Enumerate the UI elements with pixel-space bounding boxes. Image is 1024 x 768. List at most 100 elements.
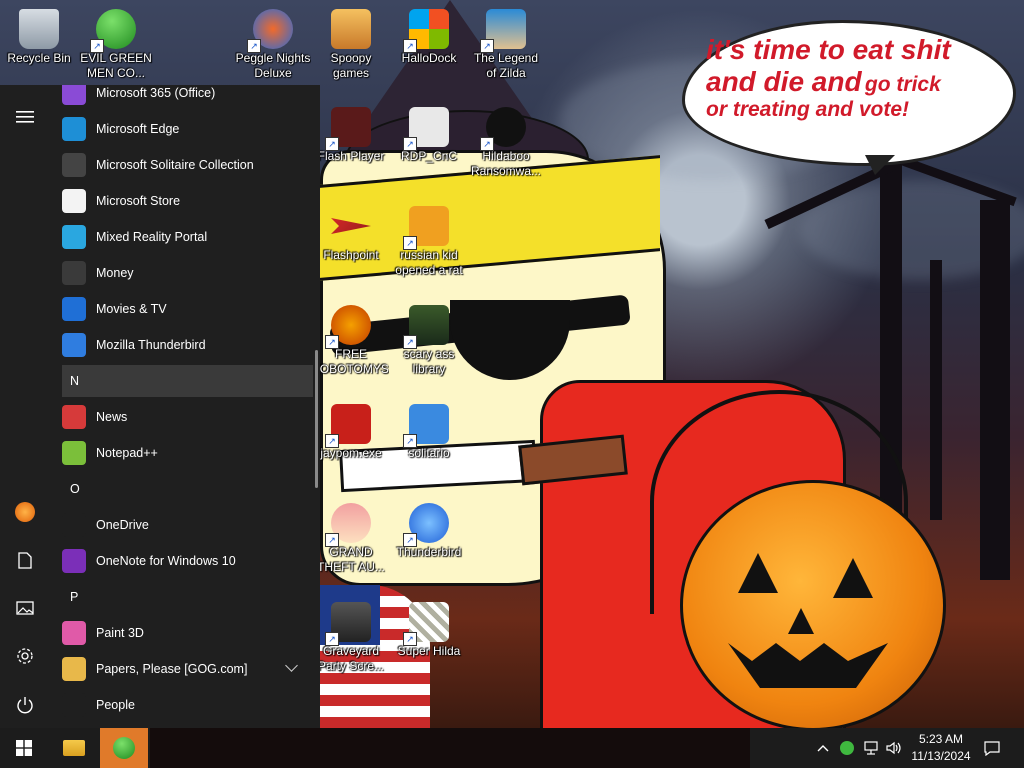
user-avatar-icon[interactable] (0, 492, 50, 532)
onedrive-icon (62, 513, 86, 537)
paint3d-icon (62, 621, 86, 645)
desktop-icon-solitario[interactable]: ↗ solitario (391, 401, 467, 461)
pictures-icon[interactable] (0, 588, 50, 628)
desktop-icon-flashpoint[interactable]: ↗ Flashpoint (313, 203, 389, 263)
desktop-icon-spoopy-games[interactable]: Spoopy games (313, 6, 389, 81)
notification-icon[interactable] (980, 728, 1004, 768)
desktop-icon-legend-of-zilda[interactable]: ↗ The Legend of Zilda (468, 6, 544, 81)
news-icon (62, 405, 86, 429)
windows-logo-icon (16, 740, 32, 756)
desktop-icon-peggle[interactable]: ↗ Peggle Nights Deluxe (235, 6, 311, 81)
start-group-header-o[interactable]: O (62, 473, 313, 505)
start-app-item[interactable]: OneNote for Windows 10 (50, 543, 312, 579)
start-app-label: Microsoft Store (96, 194, 181, 208)
rdp-icon: ↗ (403, 107, 449, 151)
start-app-label: Notepad++ (96, 446, 158, 460)
start-app-item[interactable]: Money (50, 255, 312, 291)
flash-icon: ↗ (325, 107, 371, 151)
start-app-label: Money (96, 266, 134, 280)
start-app-item[interactable]: People (50, 687, 312, 723)
graveyard-icon: ↗ (325, 602, 371, 646)
start-group-header-p[interactable]: P (62, 581, 313, 613)
start-app-item[interactable]: Microsoft Edge (50, 111, 312, 147)
office-icon (62, 85, 86, 105)
desktop-icon-graveyard-party[interactable]: ↗ Graveyard Party Scre... (313, 599, 389, 674)
start-app-label: News (96, 410, 128, 424)
start-app-label: Mozilla Thunderbird (96, 338, 206, 352)
desktop-icon-evil-green-men[interactable]: ↗ EVIL GREEN MEN CO... (78, 6, 154, 81)
taskbar: 5:23 AM 11/13/2024 (0, 728, 1024, 768)
thunderbird-icon: ↗ (403, 503, 449, 547)
yashma-icon: ↗ (480, 107, 526, 151)
start-app-item[interactable]: Mixed Reality Portal (50, 219, 312, 255)
desktop-icon-russian-kid[interactable]: ↗ russian kid opened a rat (391, 203, 467, 278)
start-app-item[interactable]: Microsoft 365 (Office) (50, 85, 312, 111)
money-chart-icon (62, 261, 86, 285)
taskbar-clock[interactable]: 5:23 AM 11/13/2024 (905, 731, 977, 765)
volume-icon[interactable] (883, 728, 905, 768)
people-icon (62, 693, 86, 717)
taskbar-green-men[interactable] (100, 728, 148, 768)
speech-bubble-text: it's time to eat shit and die and go tri… (706, 34, 951, 122)
start-group-header-n[interactable]: N (62, 365, 313, 397)
file-explorer-icon (63, 740, 85, 756)
green-men-tray-icon[interactable] (836, 728, 858, 768)
start-app-item[interactable]: OneDrive (50, 507, 312, 543)
cards-icon (62, 153, 86, 177)
notepad-plus-icon (62, 441, 86, 465)
start-app-label: Microsoft 365 (Office) (96, 86, 216, 100)
thunderbird-icon (62, 333, 86, 357)
chevron-up-icon[interactable] (812, 728, 834, 768)
start-app-item[interactable]: Movies & TV (50, 291, 312, 327)
desktop-icon-scary-ass-library[interactable]: ↗ scary ass library (391, 302, 467, 377)
lobotomy-icon: ↗ (325, 305, 371, 349)
hamburger-menu-icon[interactable] (0, 97, 50, 137)
folder-icon (62, 657, 86, 681)
desktop-icon-flash-player[interactable]: ↗ Flash Player (313, 104, 389, 164)
flash-icon: ↗ (325, 404, 371, 448)
recycle-bin-icon (19, 9, 59, 49)
super-hilda-icon: ↗ (403, 602, 449, 646)
green-men-icon: ↗ (90, 9, 136, 53)
desktop-icon-hallodock[interactable]: ↗ HalloDock (391, 6, 467, 66)
start-app-label: Paint 3D (96, 626, 144, 640)
start-menu-app-list: Microsoft 365 (Office) Microsoft Edge Micr… (50, 85, 320, 728)
start-app-label: Microsoft Solitaire Collection (96, 158, 254, 172)
start-menu-scrollbar[interactable] (315, 350, 318, 488)
clock-time: 5:23 AM (918, 732, 964, 746)
desktop-icon-jaypom[interactable]: ↗ jaypom.exe (313, 401, 389, 461)
desktop-icon-super-hilda[interactable]: ↗ Super Hilda (391, 599, 467, 659)
start-app-label: Papers, Please [GOG.com] (96, 662, 248, 676)
start-app-item[interactable]: Mozilla Thunderbird (50, 327, 312, 363)
desktop-icon-thunderbird[interactable]: ↗ Thunderbird (391, 500, 467, 560)
edge-icon (62, 117, 86, 141)
start-app-item[interactable]: News (50, 399, 312, 435)
desktop-icon-rdp-cnc[interactable]: ↗ RDP_CnC (391, 104, 467, 164)
movies-icon (62, 297, 86, 321)
documents-icon[interactable] (0, 540, 50, 580)
taskbar-file-explorer[interactable] (50, 728, 98, 768)
start-button[interactable] (0, 728, 48, 768)
start-app-label: Microsoft Edge (96, 122, 180, 136)
start-menu-rail (0, 85, 50, 728)
start-app-item[interactable]: Microsoft Store (50, 183, 312, 219)
library-icon: ↗ (403, 305, 449, 349)
start-app-item[interactable]: Papers, Please [GOG.com] (50, 651, 312, 687)
desktop-icon-free-lobotomys[interactable]: ↗ FREE LOBOTOMYS (313, 302, 389, 377)
start-app-item[interactable]: Microsoft Solitaire Collection (50, 147, 312, 183)
start-app-item[interactable]: Notepad++ (50, 435, 312, 471)
chevron-down-icon[interactable] (285, 659, 298, 672)
desktop-icon-hildaboo[interactable]: ↗ Hildaboo Ransomwa... (468, 104, 544, 179)
anime-girl-icon: ↗ (325, 503, 371, 547)
desktop-icon-recycle-bin[interactable]: Recycle Bin (1, 6, 77, 66)
start-app-item[interactable]: Paint 3D (50, 615, 312, 651)
power-icon[interactable] (0, 685, 50, 725)
folder-icon (331, 9, 371, 49)
settings-gear-icon[interactable] (0, 636, 50, 676)
zilda-icon: ↗ (480, 9, 526, 53)
headset-icon (62, 225, 86, 249)
flashpoint-icon: ↗ (331, 218, 371, 234)
network-icon[interactable] (860, 728, 882, 768)
desktop-icon-grand-theft-au[interactable]: ↗ GRAND THEFT AU... (313, 500, 389, 575)
start-app-label: People (96, 698, 135, 712)
